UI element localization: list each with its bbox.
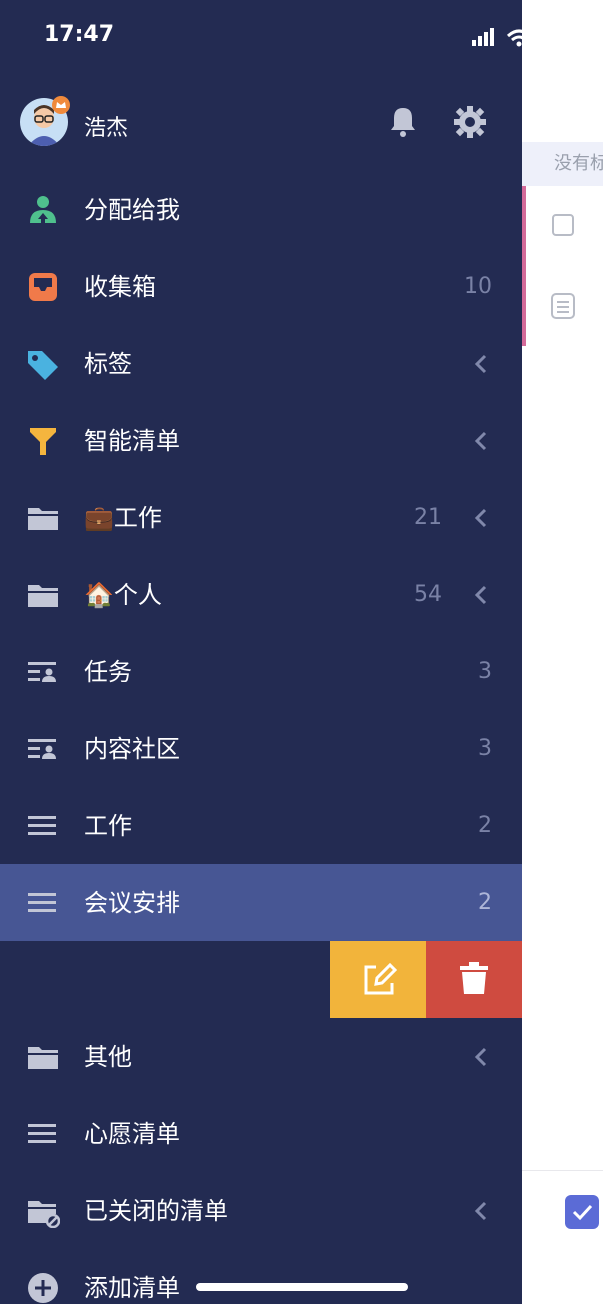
status-icons — [472, 28, 522, 47]
note-icon[interactable] — [550, 292, 576, 320]
username: 浩杰 — [84, 116, 129, 141]
sidebar-item-label: 心愿清单 — [84, 1120, 180, 1148]
sidebar-item-label: 智能清单 — [84, 427, 180, 455]
list-icon — [28, 1124, 56, 1143]
filter-hint: 没有标 — [522, 142, 603, 186]
sidebar-item-inbox[interactable]: 收集箱 10 — [0, 248, 522, 325]
sidebar-item-closed-lists[interactable]: 已关闭的清单 — [0, 1172, 522, 1249]
sidebar-item-label: 🏠个人 — [84, 581, 162, 609]
sidebar-item-wishlist[interactable]: 心愿清单 — [0, 1095, 522, 1172]
profile-row[interactable]: 浩杰 — [0, 94, 522, 154]
edit-icon — [364, 962, 398, 995]
filter-icon — [30, 428, 56, 455]
folder-icon — [28, 508, 58, 530]
sidebar-item-meetings[interactable]: 会议安排 2 — [0, 864, 522, 941]
chevron-left-icon — [474, 1201, 487, 1221]
inbox-icon — [29, 273, 57, 301]
item-count: 2 — [478, 890, 492, 915]
add-list-button[interactable]: 添加清单 — [0, 1249, 522, 1304]
swipe-actions — [330, 941, 522, 1018]
task-checkbox[interactable] — [552, 214, 574, 236]
closed-folder-icon — [28, 1201, 60, 1228]
status-time: 17:47 — [44, 22, 115, 47]
background-task-page: 没有标 — [522, 0, 603, 1304]
sidebar-item-tags[interactable]: 标签 — [0, 325, 522, 402]
side-drawer: 17:47 浩杰 分配给我 收集箱 10 标签 智能清单 💼工作 21 🏠个人 … — [0, 0, 522, 1304]
item-count: 3 — [478, 659, 492, 684]
list-icon — [28, 893, 56, 912]
item-count: 3 — [478, 736, 492, 761]
chevron-left-icon — [474, 1047, 487, 1067]
item-count: 10 — [464, 274, 492, 299]
bottom-bar — [522, 1170, 603, 1305]
home-indicator — [196, 1283, 408, 1291]
item-count: 2 — [478, 813, 492, 838]
sidebar-item-other-folder[interactable]: 其他 — [0, 1018, 522, 1095]
list-icon — [28, 816, 56, 835]
sidebar-item-label: 内容社区 — [84, 735, 180, 763]
sidebar-item-label: 工作 — [84, 812, 132, 840]
shared-list-icon — [28, 662, 56, 682]
sidebar-item-label: 标签 — [84, 350, 132, 378]
chevron-left-icon — [474, 431, 487, 451]
chevron-left-icon — [474, 585, 487, 605]
sidebar-item-work-list[interactable]: 工作 2 — [0, 787, 522, 864]
edit-button[interactable] — [330, 941, 426, 1018]
checkbox-checked-icon[interactable] — [565, 1195, 599, 1229]
sidebar-item-label: 收集箱 — [84, 273, 156, 301]
chevron-left-icon — [474, 508, 487, 528]
sidebar-item-label: 已关闭的清单 — [84, 1197, 228, 1225]
item-count: 21 — [414, 505, 442, 530]
sidebar-item-label: 其他 — [84, 1043, 132, 1071]
sidebar-item-personal-folder[interactable]: 🏠个人 54 — [0, 556, 522, 633]
sidebar-item-label: 任务 — [84, 658, 132, 686]
sidebar-item-work-folder[interactable]: 💼工作 21 — [0, 479, 522, 556]
color-strip — [522, 186, 526, 346]
trash-icon — [460, 962, 488, 994]
sidebar-item-label: 会议安排 — [84, 889, 180, 917]
sidebar-item-smart-lists[interactable]: 智能清单 — [0, 402, 522, 479]
bell-icon[interactable] — [386, 104, 420, 138]
sidebar-item-label: 添加清单 — [84, 1274, 180, 1302]
folder-icon — [28, 585, 58, 607]
assigned-user-icon — [30, 196, 56, 223]
sidebar-item-tasks[interactable]: 任务 3 — [0, 633, 522, 710]
sidebar-item-assigned[interactable]: 分配给我 — [0, 171, 522, 248]
folder-icon — [28, 1047, 58, 1069]
item-count: 54 — [414, 582, 442, 607]
gear-icon[interactable] — [452, 104, 488, 140]
chevron-left-icon — [474, 354, 487, 374]
delete-button[interactable] — [426, 941, 522, 1018]
sidebar-item-label: 分配给我 — [84, 196, 180, 224]
sidebar-item-label: 💼工作 — [84, 504, 162, 532]
shared-list-icon — [28, 739, 56, 759]
add-circle-icon — [28, 1273, 58, 1303]
sidebar-item-content-community[interactable]: 内容社区 3 — [0, 710, 522, 787]
tag-icon — [28, 351, 58, 380]
crown-icon — [52, 96, 70, 114]
